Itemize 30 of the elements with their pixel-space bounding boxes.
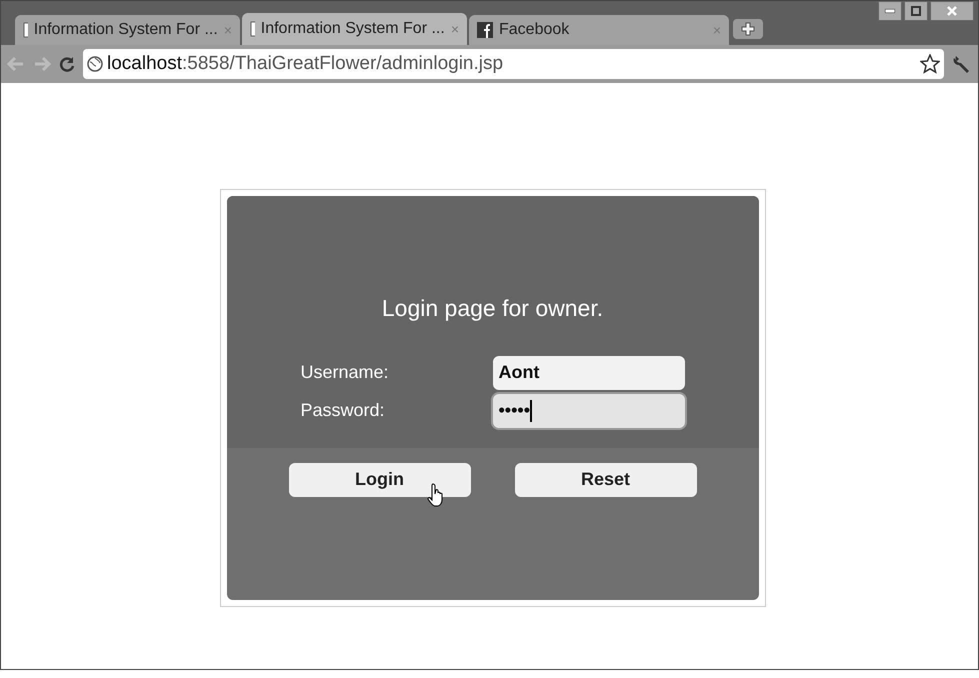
plus-icon	[741, 22, 755, 36]
browser-tab[interactable]: Facebook ×	[469, 15, 729, 45]
maximize-button[interactable]	[904, 1, 928, 21]
reload-icon[interactable]	[59, 56, 75, 72]
login-heading: Login page for owner.	[382, 294, 604, 323]
url-text: localhost:5858/ThaiGreatFlower/adminlogin.jsp	[107, 52, 504, 76]
page-icon	[23, 22, 28, 38]
reset-button[interactable]: Reset	[514, 462, 696, 496]
tab-title: Facebook	[499, 20, 570, 40]
globe-icon	[87, 56, 103, 72]
minimize-button[interactable]	[878, 1, 902, 21]
maximize-icon	[911, 6, 921, 16]
browser-tab[interactable]: Information System For ... ×	[15, 15, 240, 45]
facebook-icon	[477, 22, 493, 38]
login-button[interactable]: Login	[288, 462, 470, 496]
close-icon	[946, 5, 958, 17]
wrench-icon[interactable]	[952, 54, 972, 74]
close-button[interactable]	[930, 1, 974, 21]
star-icon[interactable]	[920, 54, 940, 74]
field-label: Username:	[300, 361, 389, 384]
tab-title: Information System For ...	[34, 20, 218, 40]
new-tab-button[interactable]	[733, 19, 763, 39]
page-icon	[250, 21, 255, 37]
input-field[interactable]: •••••	[492, 394, 684, 428]
browser-tab[interactable]: Information System For ... ×	[242, 13, 467, 45]
tab-title: Information System For ...	[260, 19, 445, 39]
field-label: Password:	[300, 399, 385, 422]
address-bar[interactable]: localhost:5858/ThaiGreatFlower/adminlogin.jsp	[83, 49, 944, 79]
input-field[interactable]: Aont	[492, 356, 684, 390]
minimize-icon	[885, 9, 895, 13]
